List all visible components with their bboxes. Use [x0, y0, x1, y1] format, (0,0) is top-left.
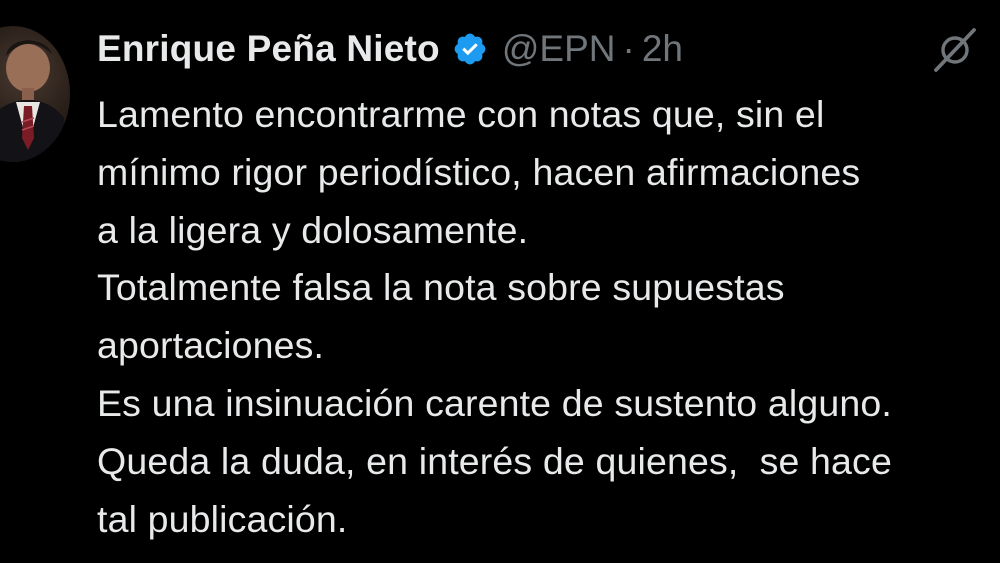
tweet-text-line: Queda la duda, en interés de quienes, se…	[97, 439, 892, 482]
user-avatar[interactable]	[0, 26, 70, 162]
header-separator: ·	[622, 28, 635, 69]
tweet-text-line: Lamento encontrarme con notas que, sin e…	[97, 93, 825, 135]
grok-slash-icon[interactable]	[930, 26, 980, 74]
tweet-text-line: mínimo rigor periodístico, hacen afirmac…	[97, 150, 861, 193]
author-handle[interactable]: @EPN	[502, 28, 616, 70]
tweet-text-line: tal publicación.	[97, 497, 348, 540]
author-display-name[interactable]: Enrique Peña Nieto	[97, 28, 440, 70]
tweet-text-line: Es una insinuación carente de sustento a…	[97, 381, 892, 424]
verified-badge-icon	[452, 31, 488, 67]
tweet-text-line: Totalmente falsa la nota sobre supuestas	[97, 266, 785, 309]
tweet-text-line: a la ligera y dolosamente.	[97, 208, 529, 251]
tweet-text-line: aportaciones.	[97, 324, 325, 367]
tweet-header: Enrique Peña Nieto @EPN · 2h	[97, 24, 683, 74]
tweet-card[interactable]: Enrique Peña Nieto @EPN · 2h Lamento enc…	[0, 0, 1000, 563]
avatar-image	[0, 40, 68, 162]
tweet-text: Lamento encontrarme con notas que, sin e…	[97, 86, 1000, 548]
tweet-timestamp[interactable]: 2h	[642, 28, 683, 70]
